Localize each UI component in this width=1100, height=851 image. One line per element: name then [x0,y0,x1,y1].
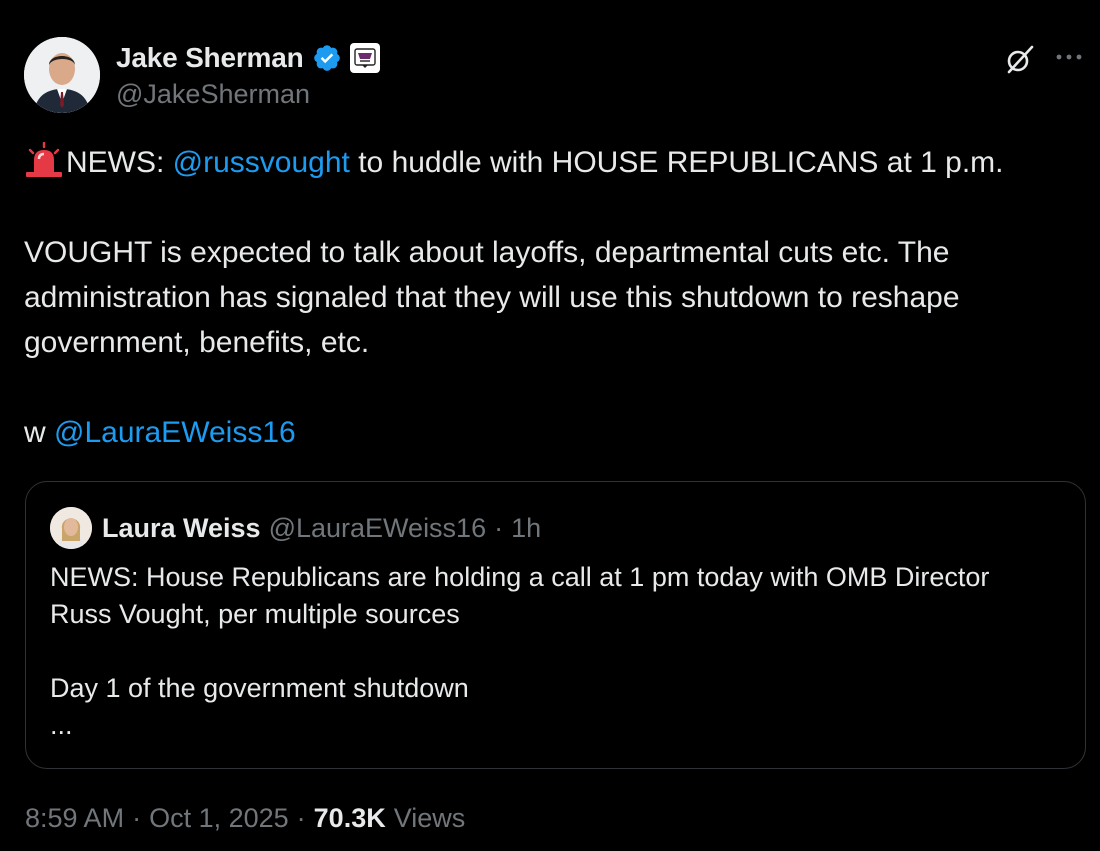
tweet-line-5: w @LauraEWeiss16 [24,410,1080,455]
views-count[interactable]: 70.3K [314,803,386,834]
separator-dot: · [296,802,306,833]
quoted-tweet-card[interactable]: Laura Weiss @LauraEWeiss16 · 1h NEWS: Ho… [25,481,1086,769]
separator-dot: · [494,512,504,543]
author-display-name[interactable]: Jake Sherman [116,42,304,74]
quote-line-1: NEWS: House Republicans are holding a ca… [50,562,990,592]
quote-author-handle[interactable]: @LauraEWeiss16 [269,513,487,544]
quote-timestamp[interactable]: 1h [511,513,541,544]
separator-dot: · [132,802,142,833]
tweet-meta: 8:59 AM · Oct 1, 2025 · 70.3K Views [25,800,465,836]
quote-author-avatar[interactable] [50,507,92,549]
quote-author-name[interactable]: Laura Weiss [102,513,261,544]
tweet-line-3: administration has signaled that they wi… [24,281,960,314]
quote-line-2: Russ Vought, per multiple sources [50,599,460,629]
more-options-icon[interactable] [1054,47,1084,67]
tweet-text-segment: w [24,416,54,449]
tweet-date[interactable]: Oct 1, 2025 [149,803,289,834]
author-handle[interactable]: @JakeSherman [116,79,380,110]
tweet-line-2: VOUGHT is expected to talk about layoffs… [24,236,950,269]
grok-icon[interactable] [1004,43,1036,75]
quote-line-3: Day 1 of the government shutdown [50,673,469,703]
tweet-body: NEWS: @russvought to huddle with HOUSE R… [24,140,1080,455]
author-avatar[interactable] [24,37,100,113]
affiliate-badge-icon[interactable] [349,43,380,73]
tweet-text-segment: NEWS: [66,146,173,179]
mention-link[interactable]: @LauraEWeiss16 [54,416,296,449]
views-label: Views [393,802,466,833]
quote-line-4: ... [50,710,73,740]
siren-icon [26,142,62,177]
verified-badge-icon[interactable] [312,43,342,73]
tweet-text-segment: to huddle with HOUSE REPUBLICANS at 1 p.… [349,146,1004,179]
tweet-line-4: government, benefits, etc. [24,326,370,359]
tweet-line-1: NEWS: @russvought to huddle with HOUSE R… [24,140,1080,185]
mention-link[interactable]: @russvought [173,146,350,179]
tweet-header: Jake Sherman @JakeSherman [24,37,1084,113]
tweet-time[interactable]: 8:59 AM [25,803,124,834]
quote-body: NEWS: House Republicans are holding a ca… [50,559,1060,744]
